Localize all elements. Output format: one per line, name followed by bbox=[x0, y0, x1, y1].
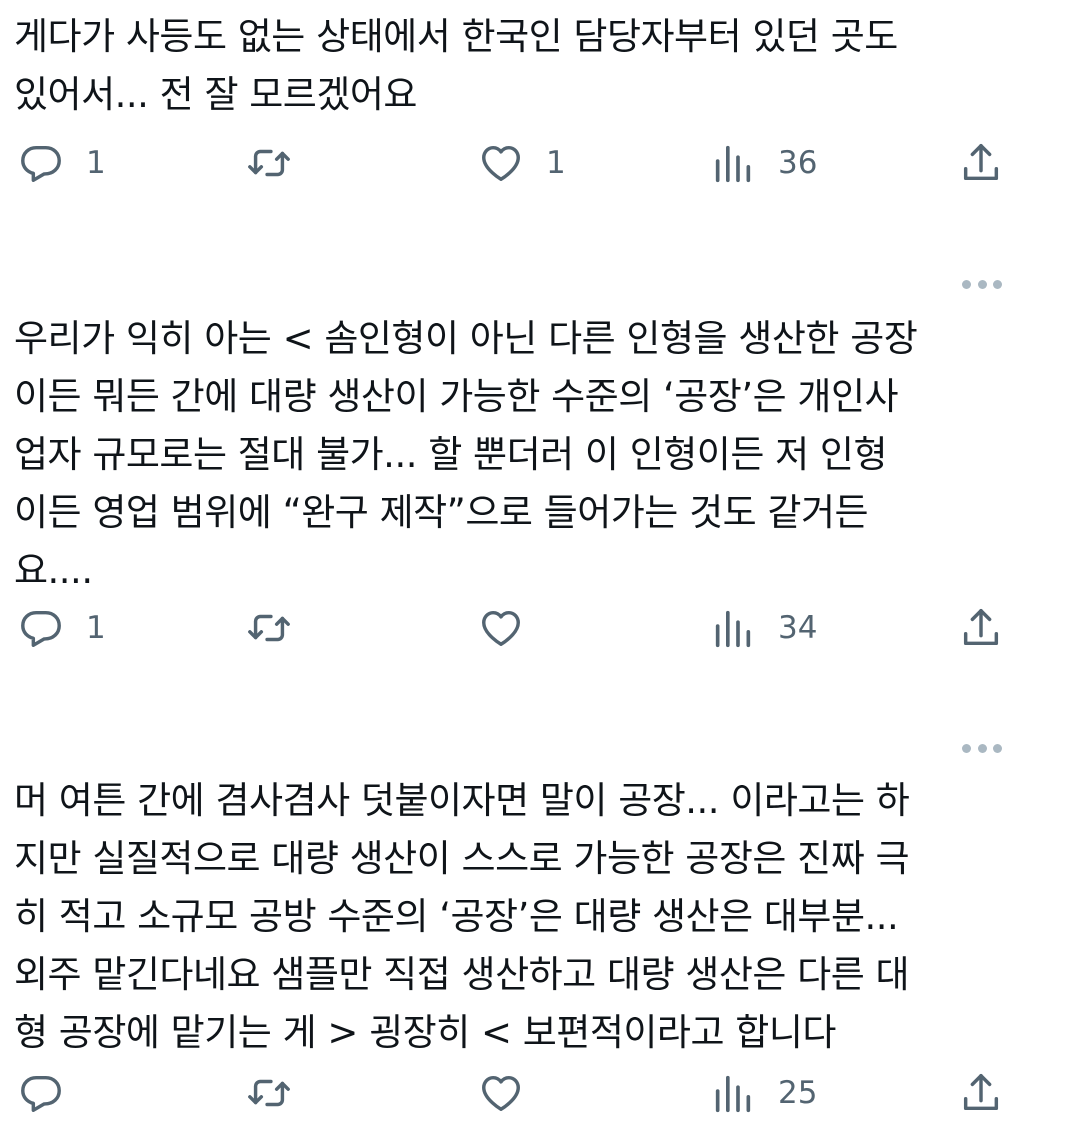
more-options-button[interactable] bbox=[962, 743, 1002, 753]
share-upload-icon bbox=[963, 144, 999, 181]
like-button[interactable]: 1 bbox=[478, 133, 566, 193]
retweet-arrows-icon bbox=[248, 149, 290, 177]
tweet-text: 우리가 익히 아는 < 솜인형이 아닌 다른 인형을 생산한 공장 이든 뭐든 … bbox=[14, 317, 918, 592]
reply-button[interactable] bbox=[18, 1063, 86, 1123]
speech-bubble-icon bbox=[21, 145, 61, 182]
views-button[interactable]: 25 bbox=[710, 1063, 817, 1123]
heart-icon bbox=[482, 610, 520, 647]
more-options-button[interactable] bbox=[962, 279, 1002, 289]
tweet-actions: 25 bbox=[0, 1063, 1068, 1123]
views-count: 25 bbox=[778, 1075, 818, 1111]
like-button[interactable] bbox=[478, 598, 546, 658]
heart-icon bbox=[482, 1075, 520, 1112]
bar-chart-icon bbox=[715, 1075, 751, 1113]
like-button[interactable] bbox=[478, 1063, 546, 1123]
bar-chart-icon bbox=[715, 145, 751, 183]
share-upload-icon bbox=[963, 609, 999, 646]
views-button[interactable]: 36 bbox=[710, 133, 817, 193]
retweet-button[interactable] bbox=[246, 1063, 314, 1123]
views-button[interactable]: 34 bbox=[710, 598, 817, 658]
share-button[interactable] bbox=[958, 1063, 1004, 1123]
more-dots-icon bbox=[962, 743, 971, 753]
share-upload-icon bbox=[963, 1074, 999, 1111]
retweet-arrows-icon bbox=[248, 614, 290, 642]
retweet-arrows-icon bbox=[248, 1079, 290, 1107]
reply-count: 1 bbox=[86, 145, 106, 181]
tweet-actions: 1 34 bbox=[0, 598, 1068, 658]
share-button[interactable] bbox=[958, 598, 1004, 658]
retweet-button[interactable] bbox=[246, 598, 314, 658]
views-count: 36 bbox=[778, 145, 818, 181]
views-count: 34 bbox=[778, 610, 818, 646]
more-dots-icon bbox=[962, 279, 971, 289]
share-button[interactable] bbox=[958, 133, 1004, 193]
heart-icon bbox=[482, 145, 520, 182]
tweet-actions: 1 1 36 bbox=[0, 133, 1068, 193]
reply-button[interactable]: 1 bbox=[18, 598, 106, 658]
bar-chart-icon bbox=[715, 610, 751, 648]
like-count: 1 bbox=[546, 145, 566, 181]
tweet-text: 게다가 사등도 없는 상태에서 한국인 담당자부터 있던 곳도 있어서... 전… bbox=[14, 15, 898, 116]
retweet-button[interactable] bbox=[246, 133, 314, 193]
speech-bubble-icon bbox=[21, 610, 61, 647]
tweet-text: 머 여튼 간에 겸사겸사 덧붙이자면 말이 공장... 이라고는 하 지만 실질… bbox=[14, 779, 910, 1054]
reply-button[interactable]: 1 bbox=[18, 133, 106, 193]
speech-bubble-icon bbox=[21, 1075, 61, 1112]
reply-count: 1 bbox=[86, 610, 106, 646]
